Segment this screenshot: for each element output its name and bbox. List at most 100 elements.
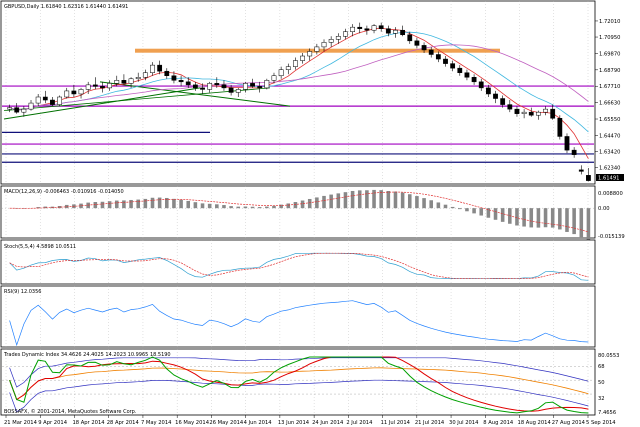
candle-body xyxy=(7,107,12,110)
trading-chart[interactable]: GBPUSD,Daily 1.61840 1.62316 1.61440 1.6… xyxy=(0,0,640,427)
time-tick-label: 30 Jul 2014 xyxy=(449,420,479,426)
candle-body xyxy=(28,102,34,110)
tdi-label-68: 68 xyxy=(598,364,605,370)
time-tick-label: 18 Aug 2014 xyxy=(518,420,552,426)
candle-body xyxy=(35,96,41,104)
time-tick-label: 27 Aug 2014 xyxy=(552,420,586,426)
candle-body xyxy=(507,104,513,110)
tdi-label-bottom: 7.4656 xyxy=(598,410,616,416)
rsi-header: RSI(9) 12.0356 xyxy=(4,289,41,295)
candle-body xyxy=(214,83,220,86)
price-tick-label: 1.65550 xyxy=(599,117,620,123)
candle-body xyxy=(300,55,305,61)
time-tick-label: 21 Jul 2014 xyxy=(415,420,445,426)
candle-body xyxy=(557,118,563,137)
candle-body xyxy=(14,107,20,113)
time-tick-label: 11 Jul 2014 xyxy=(381,420,411,426)
candle-body xyxy=(536,111,541,116)
candle-body xyxy=(378,25,384,29)
tdi-header: Trades Dynamic Index 34.4626 24.4025 14.… xyxy=(3,352,171,358)
candle-body xyxy=(478,81,484,89)
time-tick-label: 4 Jun 2014 xyxy=(244,420,273,426)
candle-body xyxy=(550,108,556,119)
candle-body xyxy=(435,54,441,60)
candle-body xyxy=(385,28,391,34)
candle-body xyxy=(371,25,377,31)
candle-body xyxy=(150,64,155,73)
candle-body xyxy=(235,89,241,93)
candle-body xyxy=(321,42,327,48)
current-price-label: 1.61491 xyxy=(598,176,619,182)
candle-body xyxy=(114,80,120,84)
tdi-label-top: 80.0553 xyxy=(598,353,619,359)
time-tick-label: 2 Jul 2014 xyxy=(346,420,373,426)
price-tick-label: 1.70950 xyxy=(599,35,620,41)
candle-body xyxy=(307,51,313,57)
macd-label-bottom: -0.015139 xyxy=(598,234,625,240)
candle-body xyxy=(485,87,491,95)
candle-body xyxy=(457,67,463,73)
main-chart-header: GBPUSD,Daily 1.61840 1.62316 1.61440 1.6… xyxy=(4,4,128,10)
candle-body xyxy=(335,36,341,40)
candle-body xyxy=(543,108,548,113)
time-tick-label: 26 May 2014 xyxy=(209,420,244,426)
candle-body xyxy=(128,78,134,84)
candle-body xyxy=(357,26,363,29)
price-tick-label: 1.62340 xyxy=(599,166,620,172)
candle-body xyxy=(85,84,91,90)
candle-body xyxy=(528,111,534,116)
time-tick-label: 28 Apr 2014 xyxy=(107,420,140,426)
candle-body xyxy=(493,93,498,99)
candle-body xyxy=(164,70,170,76)
candle-body xyxy=(564,136,570,151)
time-tick-label: 21 Mar 2014 xyxy=(4,420,38,426)
candle-body xyxy=(178,80,184,83)
candle-body xyxy=(121,80,127,84)
candle-body xyxy=(514,108,520,114)
price-tick-label: 1.72010 xyxy=(599,19,620,25)
price-tick-label: 1.67710 xyxy=(599,84,620,90)
time-tick-label: 13 Jun 2014 xyxy=(278,420,310,426)
candle-body xyxy=(50,99,55,105)
candle-body xyxy=(78,89,84,95)
candle-body xyxy=(343,31,348,37)
candle-body xyxy=(228,87,234,93)
price-tick-label: 1.64470 xyxy=(599,133,620,139)
candle-body xyxy=(450,63,456,69)
candle-body xyxy=(92,84,98,87)
candle-body xyxy=(171,75,177,81)
price-tick-label: 1.63420 xyxy=(599,149,620,155)
candle-body xyxy=(64,90,70,98)
price-tick-label: 1.66630 xyxy=(599,101,620,107)
candle-body xyxy=(578,169,584,172)
candle-body xyxy=(586,175,591,181)
macd-label-top: 0.008800 xyxy=(598,191,623,197)
time-tick-label: 16 May 2014 xyxy=(175,420,210,426)
candle-body xyxy=(400,29,406,36)
macd-header: MACD(12,26,9) -0.006463 -0.010916 -0.014… xyxy=(4,189,124,195)
candle-body xyxy=(71,90,77,95)
macd-label-zero: 0.00 xyxy=(598,206,610,212)
candle-body xyxy=(443,58,448,64)
tdi-label-50: 50 xyxy=(598,380,605,386)
candle-body xyxy=(471,77,477,83)
candle-body xyxy=(42,96,48,101)
candle-body xyxy=(185,81,191,86)
candle-body xyxy=(393,29,398,34)
candle-body xyxy=(142,72,148,78)
candle-body xyxy=(364,28,370,31)
candle-body xyxy=(207,83,213,90)
candle-body xyxy=(192,84,198,89)
tdi-label-32: 32 xyxy=(598,396,605,402)
candle-body xyxy=(421,45,427,51)
candle-body xyxy=(250,83,255,87)
candle-body xyxy=(271,75,277,81)
candle-body xyxy=(135,77,141,80)
candle-body xyxy=(278,69,284,77)
candle-body xyxy=(221,84,227,89)
candle-body xyxy=(57,96,62,105)
candle-body xyxy=(414,40,420,46)
candle-body xyxy=(257,86,263,89)
candle-body xyxy=(200,87,205,90)
candle-body xyxy=(21,108,27,113)
